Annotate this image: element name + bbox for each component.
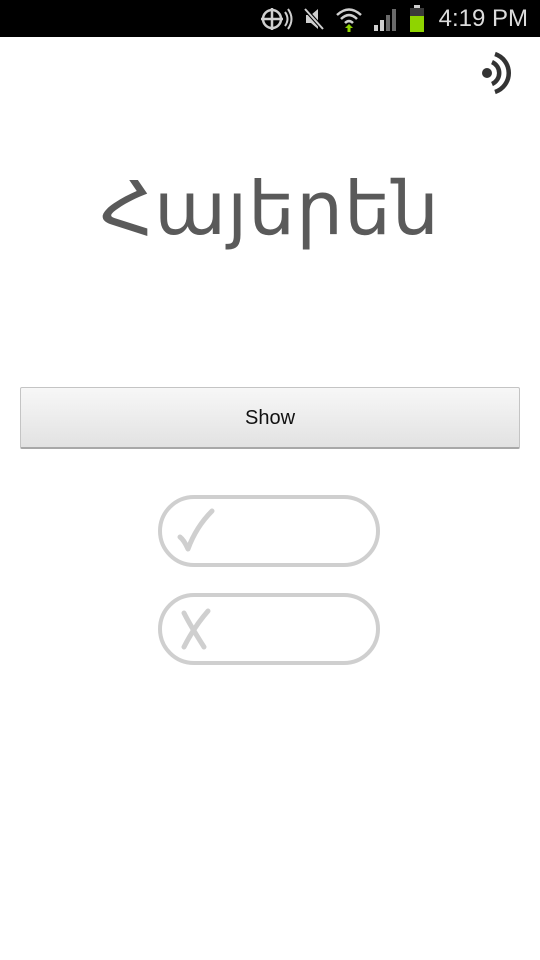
- correct-button[interactable]: [158, 495, 380, 567]
- show-button[interactable]: Show: [20, 387, 520, 449]
- word-display: Հայերեն: [100, 166, 440, 252]
- status-bar: 4:19 PM: [0, 0, 540, 37]
- status-icons: 4:19 PM: [259, 0, 528, 37]
- signal-icon: [373, 6, 399, 32]
- gps-icon: [259, 6, 293, 32]
- wrong-button[interactable]: [158, 593, 380, 665]
- battery-icon: [409, 4, 425, 33]
- sound-button[interactable]: [478, 49, 522, 101]
- wifi-icon: [335, 6, 363, 32]
- mute-icon: [303, 6, 325, 32]
- sound-icon: [478, 51, 522, 105]
- clock: 4:19 PM: [438, 5, 528, 32]
- app-screen: Հայերեն Show: [0, 37, 540, 960]
